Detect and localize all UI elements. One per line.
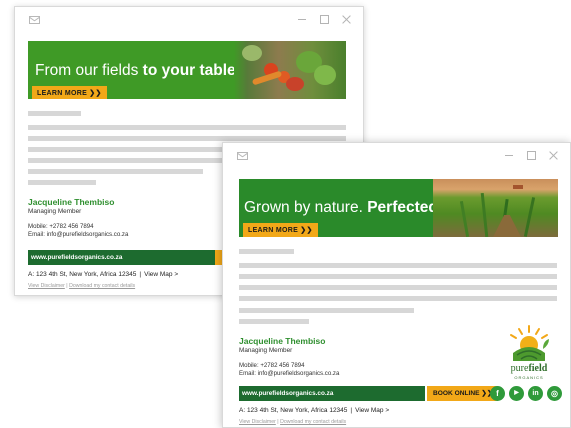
view-map-link[interactable]: View Map > [144,271,178,278]
signature-name: Jacqueline Thembiso [28,197,115,207]
signature-name: Jacqueline Thembiso [239,336,326,346]
close-icon[interactable] [548,149,558,161]
signature-address: A: 123 4th St, New York, Africa 12345 | Vi… [239,407,390,414]
vegetable-basket-image [234,41,346,99]
text-placeholder [28,158,223,163]
social-links: f ▶ in ◎ [490,386,562,401]
banner-headline: From our fields to your table [35,62,236,79]
purefield-organics-logo: purefield ORGANICS [499,323,559,383]
youtube-icon[interactable]: ▶ [509,386,524,401]
text-placeholder [28,125,346,130]
cornfield-image [433,179,558,237]
window-controls [297,13,351,25]
text-placeholder [239,263,557,268]
close-icon[interactable] [341,13,351,25]
maximize-icon[interactable] [526,149,536,161]
download-contact-link[interactable]: Download my contact details [69,283,135,289]
signature-address: A: 123 4th St, New York, Africa 12345 | Vi… [28,271,179,278]
window-controls [504,149,558,161]
text-placeholder [28,169,203,174]
minimize-icon[interactable] [297,13,307,25]
email-banner: Grown by nature. Perfected by care. LEAR… [239,179,558,237]
view-disclaimer-link[interactable]: View Disclaimer [239,419,276,425]
signature-footer: View Disclaimer | Download my contact de… [239,419,347,425]
maximize-icon[interactable] [319,13,329,25]
signature-email[interactable]: Email: info@purefieldsorganics.co.za [28,231,128,239]
download-contact-link[interactable]: Download my contact details [280,419,346,425]
window-titlebar [223,143,570,169]
signature-footer: View Disclaimer | Download my contact de… [28,283,136,289]
text-placeholder [239,319,309,324]
website-link[interactable]: www.purefieldsorganics.co.za [239,386,425,401]
signature-block: Jacqueline Thembiso Managing Member Mobi… [28,197,128,239]
signature-mobile: Mobile: +2782 456 7894 [28,223,94,230]
text-placeholder [28,111,81,116]
text-placeholder [239,285,557,290]
email-window-front: Grown by nature. Perfected by care. LEAR… [222,142,571,428]
website-link[interactable]: www.purefieldsorganics.co.za [28,250,223,265]
email-banner: From our fields to your table LEARN MORE… [28,41,346,99]
text-placeholder [28,136,346,141]
learn-more-button[interactable]: LEARN MORE ❯❯ [32,86,107,99]
sun-farm-logo-icon [510,325,549,361]
view-map-link[interactable]: View Map > [355,407,389,414]
signature-email[interactable]: Email: info@purefieldsorganics.co.za [239,370,339,378]
view-disclaimer-link[interactable]: View Disclaimer [28,283,65,289]
text-placeholder [239,274,557,279]
facebook-icon[interactable]: f [490,386,505,401]
text-placeholder [28,180,96,185]
mail-icon [29,16,40,24]
window-titlebar [15,7,363,33]
signature-role: Managing Member [239,347,293,354]
instagram-icon[interactable]: ◎ [547,386,562,401]
logo-wordmark: purefield [510,363,548,374]
linkedin-icon[interactable]: in [528,386,543,401]
signature-role: Managing Member [28,208,82,215]
mail-icon [237,152,248,160]
signature-mobile: Mobile: +2782 456 7894 [239,362,305,369]
learn-more-button[interactable]: LEARN MORE ❯❯ [243,223,318,237]
signature-block: Jacqueline Thembiso Managing Member Mobi… [239,336,339,378]
text-placeholder [239,249,294,254]
minimize-icon[interactable] [504,149,514,161]
book-online-button[interactable]: BOOK ONLINE ❯❯ [427,386,499,401]
logo-tagline: ORGANICS [514,375,544,380]
text-placeholder [239,296,557,301]
text-placeholder [239,308,414,313]
